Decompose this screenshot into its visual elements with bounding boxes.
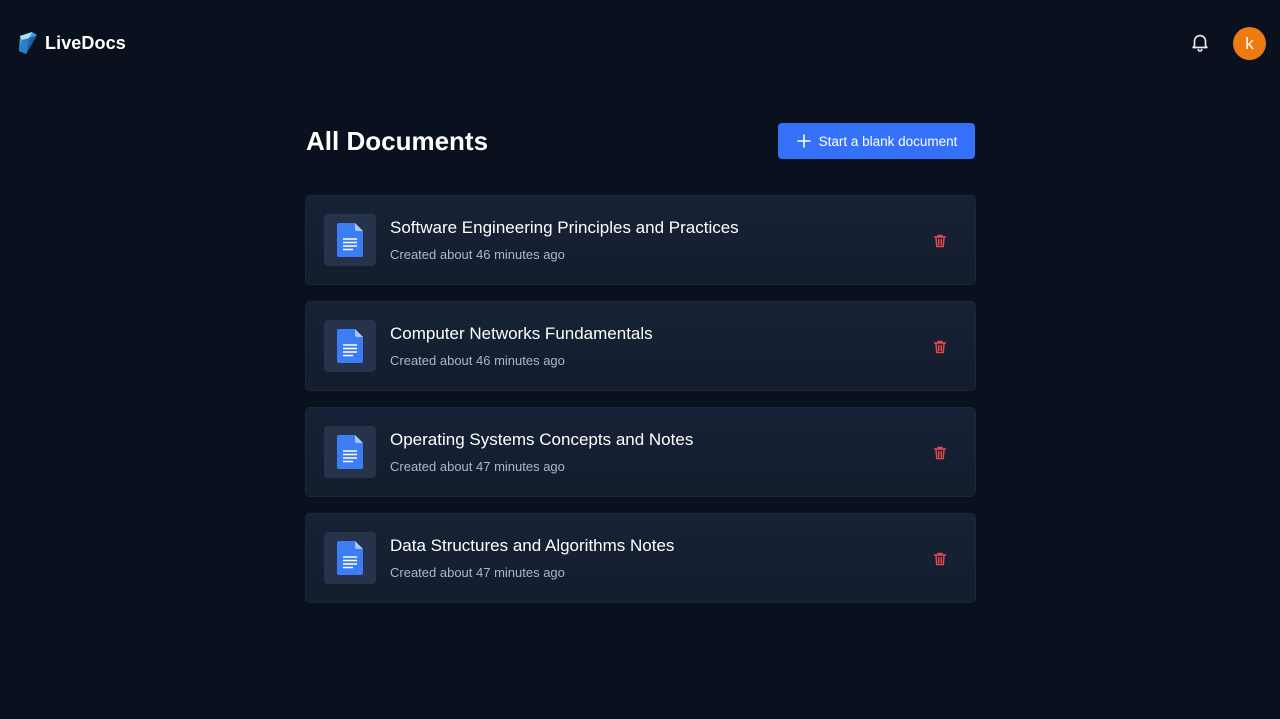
plus-icon bbox=[796, 134, 811, 148]
document-card[interactable]: Software Engineering Principles and Prac… bbox=[306, 196, 975, 284]
trash-icon bbox=[933, 446, 947, 460]
delete-document-button[interactable] bbox=[932, 445, 948, 461]
livedocs-logo-icon bbox=[19, 32, 37, 54]
page-title: All Documents bbox=[306, 126, 489, 156]
user-avatar[interactable]: k bbox=[1233, 27, 1266, 60]
delete-document-button[interactable] bbox=[932, 551, 948, 567]
bell-icon[interactable] bbox=[1189, 31, 1211, 53]
document-list: Software Engineering Principles and Prac… bbox=[306, 196, 975, 620]
document-created-time: Created about 47 minutes ago bbox=[390, 565, 565, 580]
document-icon bbox=[337, 223, 363, 257]
document-card[interactable]: Data Structures and Algorithms Notes Cre… bbox=[306, 514, 975, 602]
delete-document-button[interactable] bbox=[932, 233, 948, 249]
start-blank-document-label: Start a blank document bbox=[818, 133, 958, 149]
document-created-time: Created about 47 minutes ago bbox=[390, 459, 565, 474]
document-title: Data Structures and Algorithms Notes bbox=[390, 536, 675, 555]
document-icon bbox=[337, 329, 363, 363]
document-card[interactable]: Computer Networks Fundamentals Created a… bbox=[306, 302, 975, 390]
app-logo[interactable]: LiveDocs bbox=[17, 29, 126, 57]
trash-icon bbox=[933, 552, 947, 566]
avatar-initial: k bbox=[1245, 33, 1254, 53]
trash-icon bbox=[933, 340, 947, 354]
top-header: LiveDocs k bbox=[0, 0, 1280, 86]
document-created-time: Created about 46 minutes ago bbox=[390, 247, 565, 262]
document-thumbnail bbox=[324, 426, 376, 478]
document-icon bbox=[337, 541, 363, 575]
trash-icon bbox=[933, 234, 947, 248]
document-thumbnail bbox=[324, 214, 376, 266]
document-card[interactable]: Operating Systems Concepts and Notes Cre… bbox=[306, 408, 975, 496]
delete-document-button[interactable] bbox=[932, 339, 948, 355]
document-title: Operating Systems Concepts and Notes bbox=[390, 430, 694, 449]
document-icon bbox=[337, 435, 363, 469]
document-created-time: Created about 46 minutes ago bbox=[390, 353, 565, 368]
document-thumbnail bbox=[324, 532, 376, 584]
start-blank-document-button[interactable]: Start a blank document bbox=[778, 123, 975, 159]
document-title: Computer Networks Fundamentals bbox=[390, 324, 653, 343]
document-thumbnail bbox=[324, 320, 376, 372]
app-name: LiveDocs bbox=[45, 32, 126, 53]
document-title: Software Engineering Principles and Prac… bbox=[390, 218, 739, 237]
